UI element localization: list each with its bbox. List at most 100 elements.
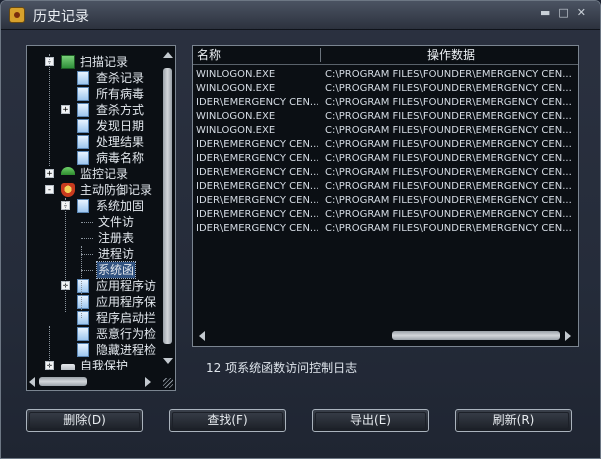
cell-operation-data: C:\PROGRAM FILES\FOUNDER\EMERGENCY CEN..… [325,153,572,164]
maximize-icon[interactable]: □ [558,6,576,19]
delete-button[interactable]: 删除(D) [26,409,143,432]
document-icon [77,87,91,101]
cell-operation-data: C:\PROGRAM FILES\FOUNDER\EMERGENCY CEN..… [325,167,572,178]
cell-operation-data: C:\PROGRAM FILES\FOUNDER\EMERGENCY CEN..… [325,111,572,122]
expand-icon[interactable]: + [45,169,54,179]
tree-node[interactable]: - 扫描记录 [27,54,161,70]
refresh-button[interactable]: 刷新(R) [455,409,572,432]
tree-node-label: 自我保护 [80,359,129,370]
tree-node-label: 系统函 [95,261,137,279]
tree-vertical-scroll-thumb[interactable] [163,68,172,344]
table-row[interactable]: IDER\EMERGENCY CEN... C:\PROGRAM FILES\FO… [193,166,578,180]
column-divider[interactable] [320,48,321,62]
cell-name: IDER\EMERGENCY CEN... [196,209,318,220]
table-row[interactable]: IDER\EMERGENCY CEN... C:\PROGRAM FILES\FO… [193,96,578,110]
title-bar: 历史记录 ▬□✕ [1,1,600,30]
cell-operation-data: C:\PROGRAM FILES\FOUNDER\EMERGENCY CEN..… [325,139,572,150]
tree-node-label: 系统加固 [96,199,145,213]
resize-grip[interactable] [163,378,173,388]
document-icon [77,135,91,149]
tree-node[interactable]: 发现日期 [27,118,161,134]
window-controls: ▬□✕ [540,6,594,19]
scroll-left-icon[interactable] [29,377,35,387]
tree-node[interactable]: 隐藏进程检 [27,342,161,358]
tree-node[interactable]: 病毒名称 [27,150,161,166]
cell-name: IDER\EMERGENCY CEN... [196,181,318,192]
table-row[interactable]: WINLOGON.EXE C:\PROGRAM FILES\FOUNDER\EME… [193,124,578,138]
tree-node[interactable]: 处理结果 [27,134,161,150]
column-header-name[interactable]: 名称 [197,47,221,63]
tree-node[interactable]: 系统函 [27,261,161,279]
export-button[interactable]: 导出(E) [312,409,429,432]
cell-operation-data: C:\PROGRAM FILES\FOUNDER\EMERGENCY CEN..… [325,125,572,136]
scan-icon [61,55,75,69]
find-button[interactable]: 查找(F) [169,409,286,432]
tree-node-label: 文件访 [98,215,135,229]
document-icon [77,327,91,341]
table-row[interactable]: IDER\EMERGENCY CEN... C:\PROGRAM FILES\FO… [193,180,578,194]
record-tree-panel: - 扫描记录 查杀记录 所有病毒 + 查杀方式 发现日期 处理结果 病毒名称 + 监控记录 - 主动防御… [26,45,176,391]
tree-node-label: 扫描记录 [80,55,129,69]
tree-node[interactable]: 所有病毒 [27,86,161,102]
tree-connector [81,254,93,255]
table-row[interactable]: WINLOGON.EXE C:\PROGRAM FILES\FOUNDER\EME… [193,68,578,82]
document-icon [77,103,91,117]
tree-node[interactable]: 查杀记录 [27,70,161,86]
tree-node-label: 应用程序访 [96,279,157,293]
cell-name: WINLOGON.EXE [196,125,276,136]
column-header-operation-data[interactable]: 操作数据 [427,47,475,63]
tree-node-label: 主动防御记录 [80,183,153,197]
tree-horizontal-scrollbar[interactable] [27,374,160,390]
tree-guide-line [65,198,66,312]
cell-operation-data: C:\PROGRAM FILES\FOUNDER\EMERGENCY CEN..… [325,97,572,108]
tree-node[interactable]: 文件访 [27,214,161,230]
table-row[interactable]: IDER\EMERGENCY CEN... C:\PROGRAM FILES\FO… [193,138,578,152]
collapse-icon[interactable]: - [45,185,54,195]
tree-node[interactable]: - 系统加固 [27,198,161,214]
table-row[interactable]: IDER\EMERGENCY CEN... C:\PROGRAM FILES\FO… [193,194,578,208]
tree-node[interactable]: 注册表 [27,230,161,246]
table-row[interactable]: IDER\EMERGENCY CEN... C:\PROGRAM FILES\FO… [193,222,578,236]
tree-node-label: 程序启动拦 [96,311,157,325]
table-row[interactable]: IDER\EMERGENCY CEN... C:\PROGRAM FILES\FO… [193,152,578,166]
document-icon [77,119,91,133]
tree-node[interactable]: 程序启动拦 [27,310,161,326]
tree-node-label: 恶意行为检 [96,327,157,341]
list-horizontal-scrollbar[interactable] [193,328,578,344]
scroll-up-icon[interactable] [163,52,173,58]
minimize-icon[interactable]: ▬ [540,6,558,19]
table-row[interactable]: WINLOGON.EXE C:\PROGRAM FILES\FOUNDER\EME… [193,82,578,96]
tree-node[interactable]: + 自我保护 [27,358,161,370]
list-horizontal-scroll-thumb[interactable] [392,331,560,340]
scroll-left-icon[interactable] [199,331,205,341]
table-row[interactable]: WINLOGON.EXE C:\PROGRAM FILES\FOUNDER\EME… [193,110,578,124]
scroll-right-icon[interactable] [145,377,151,387]
cell-name: WINLOGON.EXE [196,111,276,122]
tree-vertical-scrollbar[interactable] [160,46,175,374]
tree-connector [81,238,93,239]
tree-node-label: 所有病毒 [96,87,145,101]
tree-node[interactable]: 恶意行为检 [27,326,161,342]
tree-node[interactable]: 进程访 [27,246,161,262]
close-icon[interactable]: ✕ [577,6,594,19]
tree-node-label: 监控记录 [80,167,129,181]
tree-node[interactable]: 应用程序保 [27,294,161,310]
cell-name: IDER\EMERGENCY CEN... [196,167,318,178]
tree-node[interactable]: - 主动防御记录 [27,182,161,198]
scroll-down-icon[interactable] [163,358,173,364]
cell-operation-data: C:\PROGRAM FILES\FOUNDER\EMERGENCY CEN..… [325,223,572,234]
tree-horizontal-scroll-thumb[interactable] [39,377,87,386]
shield-icon [61,183,75,197]
list-header: 名称 操作数据 [193,46,578,65]
tree-node-label: 进程访 [98,247,135,261]
scroll-right-icon[interactable] [565,331,571,341]
tree-node[interactable]: + 监控记录 [27,166,161,182]
cell-name: IDER\EMERGENCY CEN... [196,153,318,164]
tree-node[interactable]: + 查杀方式 [27,102,161,118]
tree-node[interactable]: + 应用程序访 [27,278,161,294]
window-title: 历史记录 [33,9,89,25]
expand-icon[interactable]: + [61,105,70,115]
table-row[interactable]: IDER\EMERGENCY CEN... C:\PROGRAM FILES\FO… [193,208,578,222]
tree-node-label: 应用程序保 [96,295,157,309]
tree-node-label: 查杀方式 [96,103,145,117]
